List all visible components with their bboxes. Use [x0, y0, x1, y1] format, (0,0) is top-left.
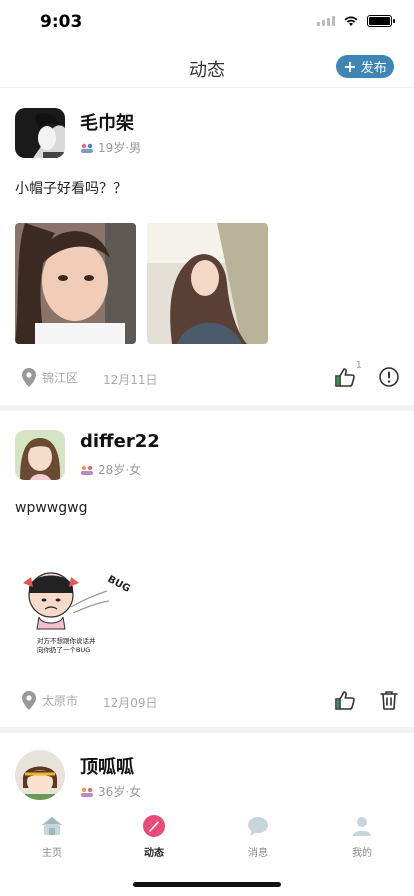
nav-bar: 动态 + 发布: [0, 44, 414, 88]
status-bar: 9:03: [0, 0, 414, 44]
meme-caption-line1: 对方不想跟你说话并: [37, 636, 96, 645]
tab-bar: 主页 动态 消息 我的: [0, 806, 414, 862]
username[interactable]: differ22: [80, 431, 160, 452]
post-text: wpwwgwg: [15, 500, 88, 516]
user-meta: 36岁·女: [80, 783, 141, 800]
wifi-icon: [344, 16, 358, 26]
location-pin-icon: [22, 368, 36, 387]
username[interactable]: 顶呱呱: [80, 753, 134, 779]
avatar[interactable]: [15, 108, 65, 158]
post-photo[interactable]: [147, 223, 268, 344]
post-footer: 锦江区 12月11日 1: [0, 360, 414, 394]
tab-home-label: 主页: [42, 848, 62, 859]
age-gender: 19岁·男: [98, 141, 142, 155]
post-item: 顶呱呱 36岁·女: [0, 733, 414, 805]
tab-moments[interactable]: 动态: [114, 814, 194, 859]
age-gender: 28岁·女: [98, 463, 142, 477]
location-text: 太原市: [42, 694, 79, 708]
home-icon: [42, 817, 62, 835]
avatar[interactable]: [15, 750, 65, 800]
location[interactable]: 太原市: [22, 691, 78, 710]
post-date: 12月09日: [103, 696, 158, 710]
signal-icon: [317, 16, 335, 26]
tab-me-label: 我的: [352, 848, 372, 859]
gender-icon: [81, 143, 93, 153]
post-item: 毛巾架 19岁·男 小帽子好看吗？？ 锦江区 12月11日 1: [0, 89, 414, 405]
tab-messages[interactable]: 消息: [218, 814, 298, 859]
location[interactable]: 锦江区: [22, 368, 78, 387]
like-icon[interactable]: [334, 689, 356, 711]
status-time: 9:03: [40, 12, 83, 32]
location-pin-icon: [22, 691, 36, 710]
home-indicator[interactable]: [133, 882, 281, 887]
status-icons: [317, 15, 395, 27]
username[interactable]: 毛巾架: [80, 109, 134, 135]
gender-icon: [81, 787, 93, 797]
post-text: 小帽子好看吗？？: [15, 181, 127, 197]
user-meta: 19岁·男: [80, 139, 141, 156]
tab-moments-label: 动态: [144, 848, 164, 859]
post-item: differ22 28岁·女 wpwwgwg BUG 对方不想跟你说话并 向你扔…: [0, 411, 414, 727]
delete-icon[interactable]: [378, 689, 400, 711]
post-date: 12月11日: [103, 373, 158, 387]
feather-icon: [143, 815, 165, 837]
like-count: 1: [355, 360, 362, 371]
meme-caption-line2: 向你扔了一个BUG: [37, 645, 90, 654]
tab-home[interactable]: 主页: [12, 814, 92, 859]
avatar[interactable]: [15, 430, 65, 480]
user-meta: 28岁·女: [80, 461, 141, 478]
post-photo[interactable]: [15, 223, 136, 344]
publish-label: 发布: [360, 61, 387, 76]
post-footer: 太原市 12月09日: [0, 687, 414, 717]
like-icon[interactable]: [334, 366, 356, 388]
tab-messages-label: 消息: [248, 848, 268, 859]
publish-button[interactable]: + 发布: [336, 55, 394, 78]
feed-list[interactable]: 毛巾架 19岁·男 小帽子好看吗？？ 锦江区 12月11日 1 differ22…: [0, 89, 414, 805]
chat-icon: [248, 817, 268, 836]
user-icon: [353, 817, 371, 836]
tab-me[interactable]: 我的: [322, 814, 402, 859]
post-photo[interactable]: BUG 对方不想跟你说话并 向你扔了一个BUG: [15, 545, 136, 666]
gender-icon: [81, 465, 93, 475]
age-gender: 36岁·女: [98, 785, 142, 799]
battery-icon: [367, 15, 395, 27]
report-icon[interactable]: [378, 366, 400, 388]
plus-icon: +: [343, 56, 357, 76]
location-text: 锦江区: [42, 371, 79, 385]
